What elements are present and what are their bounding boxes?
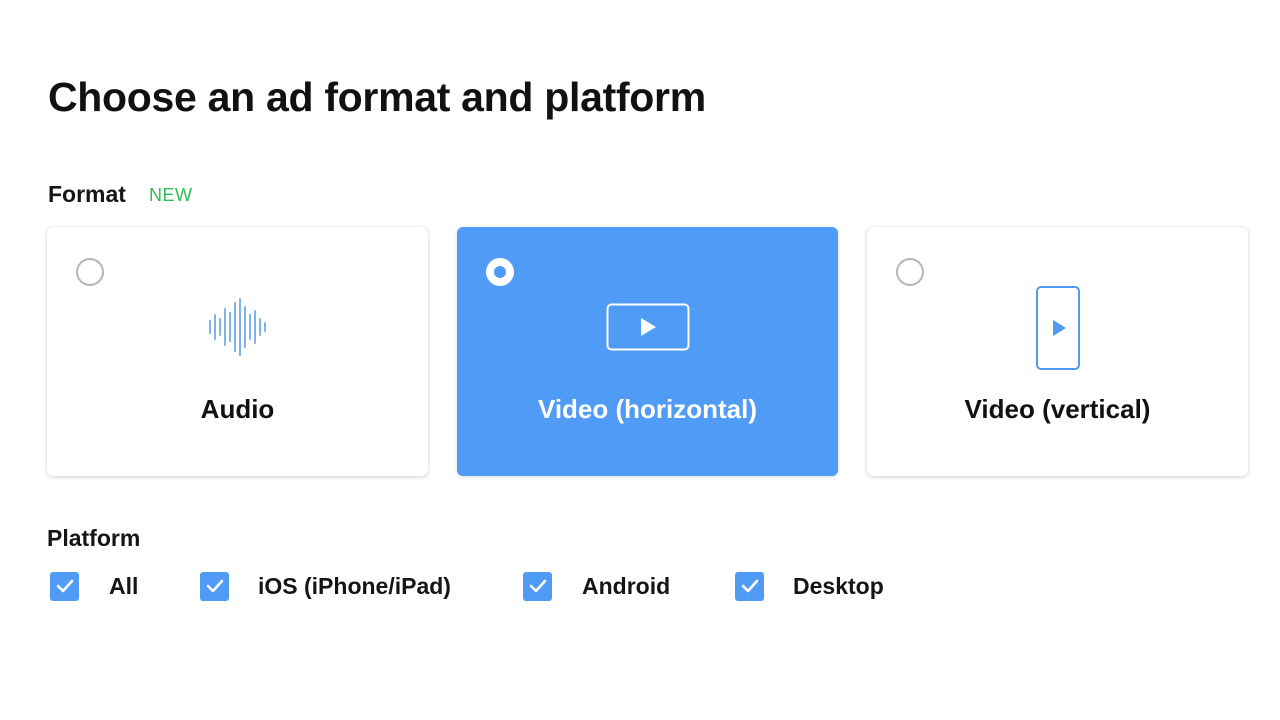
horizontal-video-play-icon	[606, 303, 689, 351]
platform-option-label: iOS (iPhone/iPad)	[258, 572, 451, 599]
platform-section-label: Platform	[47, 525, 141, 551]
platform-option-label: All	[109, 572, 139, 599]
vertical-video-play-icon	[1035, 286, 1080, 370]
radio-video-horizontal[interactable]	[486, 258, 514, 286]
checkbox-android[interactable]	[523, 571, 552, 601]
format-section-label: Format	[48, 181, 126, 207]
new-badge: NEW	[149, 185, 193, 205]
platform-option-label: Desktop	[793, 572, 884, 599]
checkmark-icon	[741, 579, 758, 593]
checkmark-icon	[206, 579, 223, 593]
checkmark-icon	[529, 579, 546, 593]
radio-audio[interactable]	[76, 258, 104, 286]
platform-option-ios[interactable]: iOS (iPhone/iPad)	[200, 571, 451, 601]
checkbox-all[interactable]	[50, 571, 79, 601]
format-option-video-vertical[interactable]: Video (vertical)	[867, 227, 1248, 476]
page-title: Choose an ad format and platform	[48, 74, 706, 120]
checkbox-ios[interactable]	[200, 571, 229, 601]
radio-video-vertical[interactable]	[896, 258, 924, 286]
platform-option-desktop[interactable]: Desktop	[735, 571, 884, 601]
platform-option-all[interactable]: All	[50, 571, 138, 601]
checkmark-icon	[56, 579, 73, 593]
format-option-label: Video (vertical)	[964, 394, 1151, 424]
platform-option-android[interactable]: Android	[523, 571, 670, 601]
format-option-audio[interactable]: Audio	[47, 227, 428, 476]
format-option-video-horizontal[interactable]: Video (horizontal)	[457, 227, 838, 476]
format-option-label: Video (horizontal)	[537, 394, 758, 424]
format-option-label: Audio	[200, 394, 275, 424]
audio-waveform-icon	[208, 298, 266, 356]
checkbox-desktop[interactable]	[735, 571, 764, 601]
platform-option-label: Android	[582, 572, 671, 599]
